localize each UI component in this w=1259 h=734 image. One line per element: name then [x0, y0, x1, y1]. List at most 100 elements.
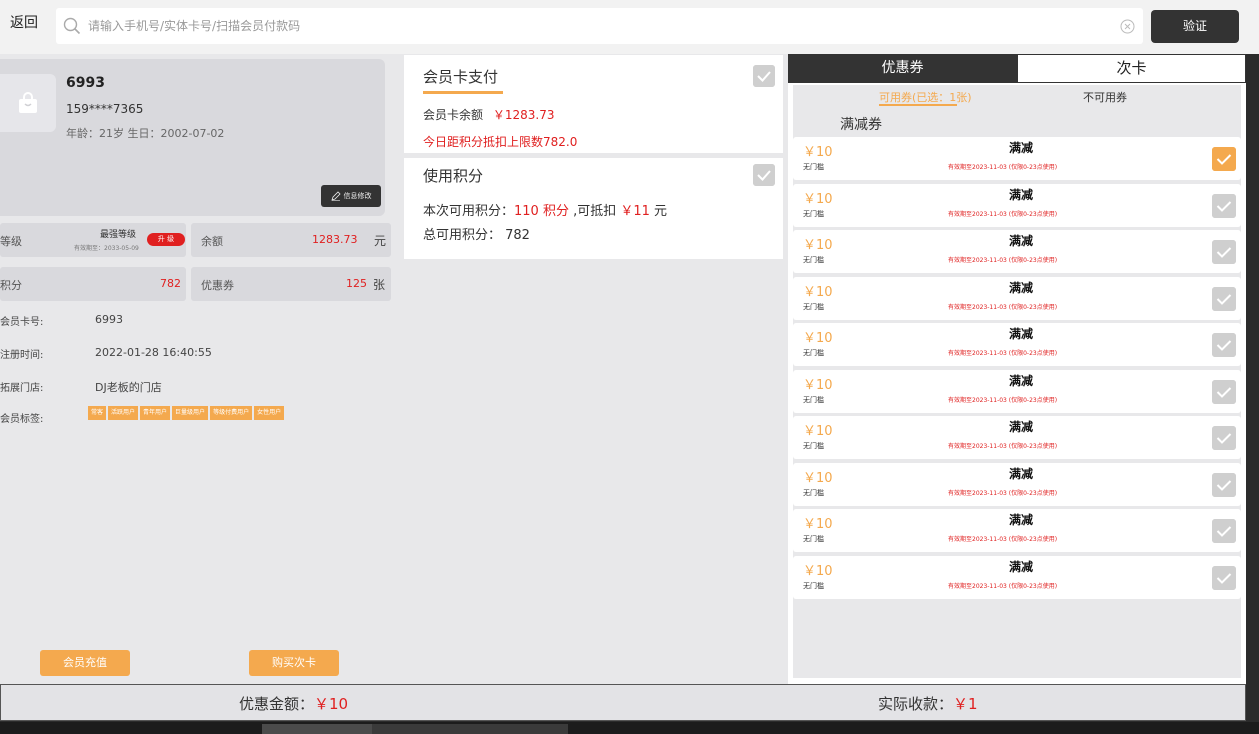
coupon-title: 满减 — [1009, 187, 1034, 202]
member-recharge-button[interactable]: 会员充值 — [40, 650, 130, 676]
member-tag: 青年用户 — [140, 406, 171, 420]
coupon-threshold: 无门槛 — [803, 349, 824, 357]
verify-button[interactable]: 验证 — [1151, 10, 1239, 43]
upgrade-button[interactable]: 升 级 — [147, 233, 185, 246]
avatar — [0, 74, 56, 132]
register-time-label: 注册时间: — [0, 350, 44, 361]
coupon-title: 满减 — [1009, 327, 1034, 341]
points-limit-text: 今日距积分抵扣上限数782.0 — [423, 135, 578, 149]
coupon-validity: 有效期至2023-11-03 (仅限0-23点使用) — [948, 536, 1058, 543]
coupon-checkbox[interactable] — [1212, 519, 1236, 543]
coupon-validity: 有效期至2023-11-03 (仅限0-23点使用) — [948, 257, 1058, 264]
coupon-checkbox[interactable] — [1212, 147, 1236, 171]
points-pay-checkbox[interactable] — [753, 164, 775, 186]
coupon-amount: ￥10 — [803, 331, 833, 346]
coupon-item[interactable]: ￥10 无门槛 满减 有效期至2023-11-03 (仅限0-23点使用) — [793, 555, 1241, 599]
points-deduct-amount: ￥11 — [620, 204, 650, 219]
section-title: 满减券 — [840, 117, 882, 133]
points-pay-title: 使用积分 — [423, 167, 484, 185]
balance-value: 1283.73 — [312, 233, 358, 246]
member-tag: 活跃用户 — [108, 406, 139, 420]
coupons-unit: 张 — [373, 278, 386, 292]
coupon-threshold: 无门槛 — [803, 395, 824, 404]
points-available-value: 110 积分 — [514, 204, 569, 219]
actual-summary: 实际收款：￥1 — [878, 693, 978, 714]
subtab-usable[interactable]: 可用券(已选：1张) — [879, 89, 972, 105]
coupon-item[interactable]: ￥10 无门槛 满减 有效期至2023-11-03 (仅限0-23点使用) — [793, 416, 1241, 459]
coupon-item[interactable]: ￥10 无门槛 满减 有效期至2023-11-03 (仅限0-23点使用) — [793, 276, 1241, 320]
points-value: 782 — [160, 277, 181, 290]
coupon-list-area: 可用券(已选：1张) 不可用券 满减券 ￥10 无门槛 满减 有效期至2023-11-… — [793, 85, 1241, 678]
balance-label: 余额 — [201, 235, 223, 248]
coupon-validity: 有效期至2023-11-03 (仅限0-23点使用) — [948, 396, 1058, 404]
coupon-threshold: 无门槛 — [803, 442, 824, 450]
payment-panel: 会员卡支付 会员卡余额 ￥1283.73 今日距积分抵扣上限数782.0 使用积… — [399, 54, 788, 684]
subtab-unusable[interactable]: 不可用券 — [1083, 89, 1127, 105]
coupon-item[interactable]: ￥10 无门槛 满减有效期至2023-11-03 (仅限0-23点使用) — [793, 323, 1241, 366]
info-edit-label: 信息修改 — [343, 192, 372, 200]
points-total-line: 总可用积分： 782 — [423, 228, 530, 243]
member-tags: 常客 活跃用户 青年用户 巨量级用户 等级付费用户 女性用户 — [88, 406, 285, 420]
store-label: 拓展门店: — [0, 383, 44, 394]
coupon-item[interactable]: ￥10 无门槛 满减 有效期至2023-11-03 (仅限0-23点使用) — [793, 369, 1241, 413]
tab-times-card[interactable]: 次卡 — [1017, 54, 1246, 83]
subtab-underline — [879, 104, 957, 106]
coupon-validity: 有效期至2023-11-03 (仅限0-23点使用) — [948, 582, 1058, 590]
coupon-item[interactable]: ￥10 无门槛 满减 有效期至2023-11-03 (仅限0-23点使用) — [793, 509, 1241, 552]
register-time-value: 2022-01-28 16:40:55 — [95, 346, 212, 359]
coupon-validity: 有效期至2023-11-03 (仅限0-23点使用) — [948, 350, 1058, 357]
coupon-checkbox[interactable] — [1212, 286, 1236, 311]
coupon-threshold: 无门槛 — [803, 581, 824, 590]
member-age-birthday: 年龄：21岁 生日：2002-07-02 — [66, 127, 225, 140]
level-name: 最强等级 — [100, 230, 137, 240]
points-label: 积分 — [0, 279, 22, 292]
coupon-threshold: 无门槛 — [803, 256, 824, 264]
edit-icon — [330, 191, 341, 201]
coupon-amount: ￥10 — [803, 424, 833, 439]
footer-bar: 优惠金额：￥10 实际收款：￥1 — [0, 684, 1246, 721]
coupon-threshold: 无门槛 — [803, 488, 824, 497]
coupon-panel: 优惠券 次卡 可用券(已选：1张) 不可用券 满减券 ￥10 无门槛 满减 有效期至2… — [788, 54, 1246, 684]
coupon-title: 满减 — [1009, 234, 1034, 248]
points-available-prefix: 本次可用积分： — [423, 204, 515, 219]
coupon-item[interactable]: ￥10 无门槛 满减 有效期至2023-11-03 (仅限0-23点使用) — [793, 137, 1241, 180]
coupon-checkbox[interactable] — [1212, 333, 1236, 357]
member-info-panel: 6993 159****7365 年龄：21岁 生日：2002-07-02 信息… — [0, 54, 399, 684]
coupon-checkbox[interactable] — [1212, 193, 1236, 218]
coupon-amount: ￥10 — [803, 238, 833, 253]
coupon-validity: 有效期至2023-11-03 (仅限0-23点使用) — [948, 303, 1058, 311]
info-edit-button[interactable]: 信息修改 — [321, 185, 381, 207]
points-pay-card: 使用积分 本次可用积分：110 积分 ,可抵扣 ￥11 元 总可用积分： 782 — [404, 158, 783, 259]
coupon-threshold: 无门槛 — [803, 209, 824, 218]
buy-card-button[interactable]: 购买次卡 — [249, 650, 339, 676]
tags-label: 会员标签: — [0, 414, 44, 425]
points-available-mid: ,可抵扣 — [568, 204, 621, 219]
level-box: 等级 最强等级 有效期至：2033-05-09 升 级 — [0, 223, 186, 257]
coupon-checkbox[interactable] — [1212, 379, 1236, 404]
coupon-checkbox[interactable] — [1212, 426, 1236, 450]
search-box — [56, 8, 1143, 44]
back-button[interactable]: 返回 — [0, 6, 48, 40]
member-phone: 159****7365 — [66, 102, 144, 116]
coupon-checkbox[interactable] — [1212, 240, 1236, 264]
coupon-item[interactable]: ￥10 无门槛 满减 有效期至2023-11-03 (仅限0-23点使用) — [793, 183, 1241, 227]
coupons-box: 优惠券 125 张 — [191, 267, 391, 301]
coupon-checkbox[interactable] — [1212, 472, 1236, 497]
clear-icon[interactable] — [1120, 19, 1135, 34]
profile-card: 6993 159****7365 年龄：21岁 生日：2002-07-02 信息… — [0, 59, 385, 216]
coupon-checkbox[interactable] — [1212, 565, 1236, 590]
search-icon — [63, 17, 81, 35]
level-expiry: 有效期至：2033-05-09 — [74, 245, 139, 252]
member-tag: 等级付费用户 — [210, 406, 253, 420]
taskbar-segment — [262, 724, 372, 734]
actual-label: 实际收款： — [878, 695, 954, 713]
member-name: 6993 — [66, 75, 105, 91]
tab-coupon[interactable]: 优惠券 — [788, 54, 1017, 83]
coupon-title: 满减 — [1009, 466, 1034, 481]
coupon-item[interactable]: ￥10 无门槛 满减 有效期至2023-11-03 (仅限0-23点使用) — [793, 462, 1241, 506]
discount-summary: 优惠金额：￥10 — [239, 693, 348, 714]
member-card-pay-checkbox[interactable] — [753, 65, 775, 87]
search-input[interactable] — [88, 14, 1108, 38]
coupon-item[interactable]: ￥10 无门槛 满减有效期至2023-11-03 (仅限0-23点使用) — [793, 230, 1241, 273]
top-bar: 返回 验证 — [0, 0, 1259, 54]
